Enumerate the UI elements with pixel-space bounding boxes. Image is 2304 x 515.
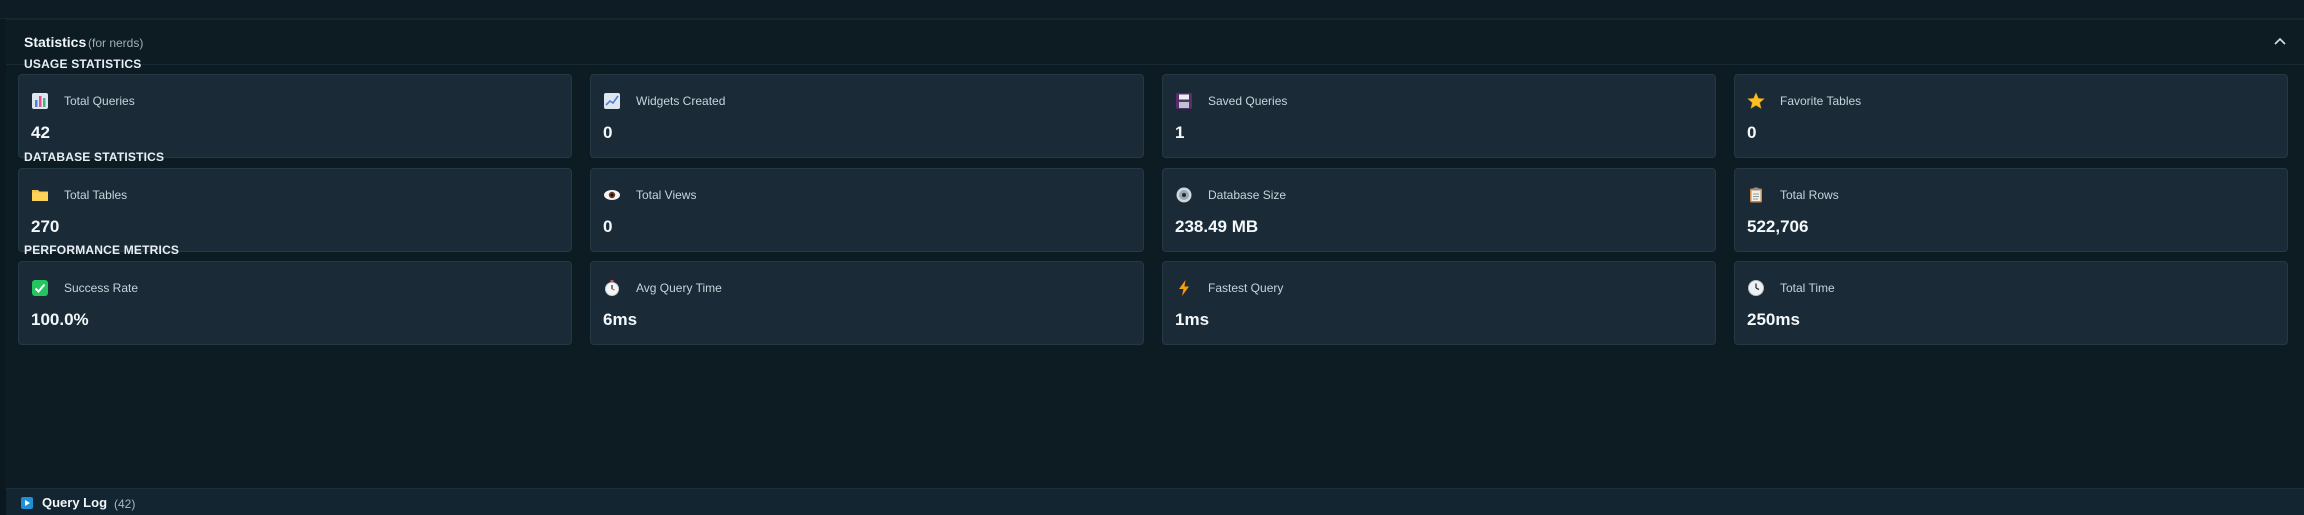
stat-card-avg-query-time: Avg Query Time 6ms [590, 261, 1144, 345]
stat-label: Total Time [1780, 281, 1835, 295]
stat-label: Total Tables [64, 188, 128, 202]
stat-label: Database Size [1208, 188, 1287, 202]
lightning-icon [1175, 279, 1193, 297]
top-strip [0, 0, 2304, 19]
stat-value: 0 [1747, 123, 1757, 142]
stat-card-fastest-query: Fastest Query 1ms [1162, 261, 1716, 345]
stat-value: 0 [603, 217, 613, 236]
stat-label: Avg Query Time [636, 281, 722, 295]
stat-value: 1 [1175, 123, 1185, 142]
folder-icon [31, 186, 49, 204]
stat-label: Total Rows [1780, 188, 1839, 202]
statistics-panel: Statistics (for nerds) USAGE STATISTICS … [6, 19, 2304, 490]
statistics-panel-header[interactable]: Statistics (for nerds) [6, 20, 2304, 65]
stat-card-widgets-created: Widgets Created 0 [590, 74, 1144, 158]
star-icon [1747, 92, 1765, 110]
stat-card-total-views: Total Views 0 [590, 168, 1144, 252]
stat-value: 238.49 MB [1175, 217, 1259, 236]
disc-icon [1175, 186, 1193, 204]
section-label-performance: PERFORMANCE METRICS [24, 243, 180, 257]
check-box-icon [31, 279, 49, 297]
play-icon [21, 497, 33, 509]
stat-card-total-rows: Total Rows 522,706 [1734, 168, 2288, 252]
stat-value: 522,706 [1747, 217, 1809, 236]
stat-label: Fastest Query [1208, 281, 1284, 295]
panel-subtitle: (for nerds) [88, 36, 144, 50]
stat-label: Success Rate [64, 281, 139, 295]
stat-card-total-queries: Total Queries 42 [18, 74, 572, 158]
chevron-up-icon[interactable] [2270, 31, 2290, 51]
line-chart-icon [603, 92, 621, 110]
clock-icon [1747, 279, 1765, 297]
stat-card-favorite-tables: Favorite Tables 0 [1734, 74, 2288, 158]
bar-chart-icon [31, 92, 49, 110]
eye-icon [603, 186, 621, 204]
stat-value: 100.0% [31, 310, 89, 329]
stat-card-saved-queries: Saved Queries 1 [1162, 74, 1716, 158]
section-label-usage: USAGE STATISTICS [24, 57, 142, 71]
stat-label: Total Views [636, 188, 697, 202]
stat-value: 6ms [603, 310, 638, 329]
query-log-count: (42) [114, 497, 136, 511]
stat-value: 42 [31, 123, 50, 142]
stat-value: 0 [603, 123, 613, 142]
query-log-title: Query Log [42, 495, 108, 510]
stat-value: 250ms [1747, 310, 1800, 329]
query-log-header[interactable]: Query Log (42) [6, 488, 2304, 515]
stat-card-database-size: Database Size 238.49 MB [1162, 168, 1716, 252]
stat-value: 270 [31, 217, 60, 236]
stat-card-total-time: Total Time 250ms [1734, 261, 2288, 345]
panel-title: Statistics [24, 34, 87, 50]
floppy-disk-icon [1175, 92, 1193, 110]
section-label-database: DATABASE STATISTICS [24, 150, 165, 164]
stat-label: Widgets Created [636, 94, 726, 108]
stat-label: Favorite Tables [1780, 94, 1862, 108]
stat-card-success-rate: Success Rate 100.0% [18, 261, 572, 345]
stat-label: Total Queries [64, 94, 135, 108]
stopwatch-icon [603, 279, 621, 297]
stat-label: Saved Queries [1208, 94, 1288, 108]
stat-card-total-tables: Total Tables 270 [18, 168, 572, 252]
statistics-view: Statistics (for nerds) USAGE STATISTICS … [0, 0, 2304, 515]
clipboard-icon [1747, 186, 1765, 204]
stat-value: 1ms [1175, 310, 1210, 329]
